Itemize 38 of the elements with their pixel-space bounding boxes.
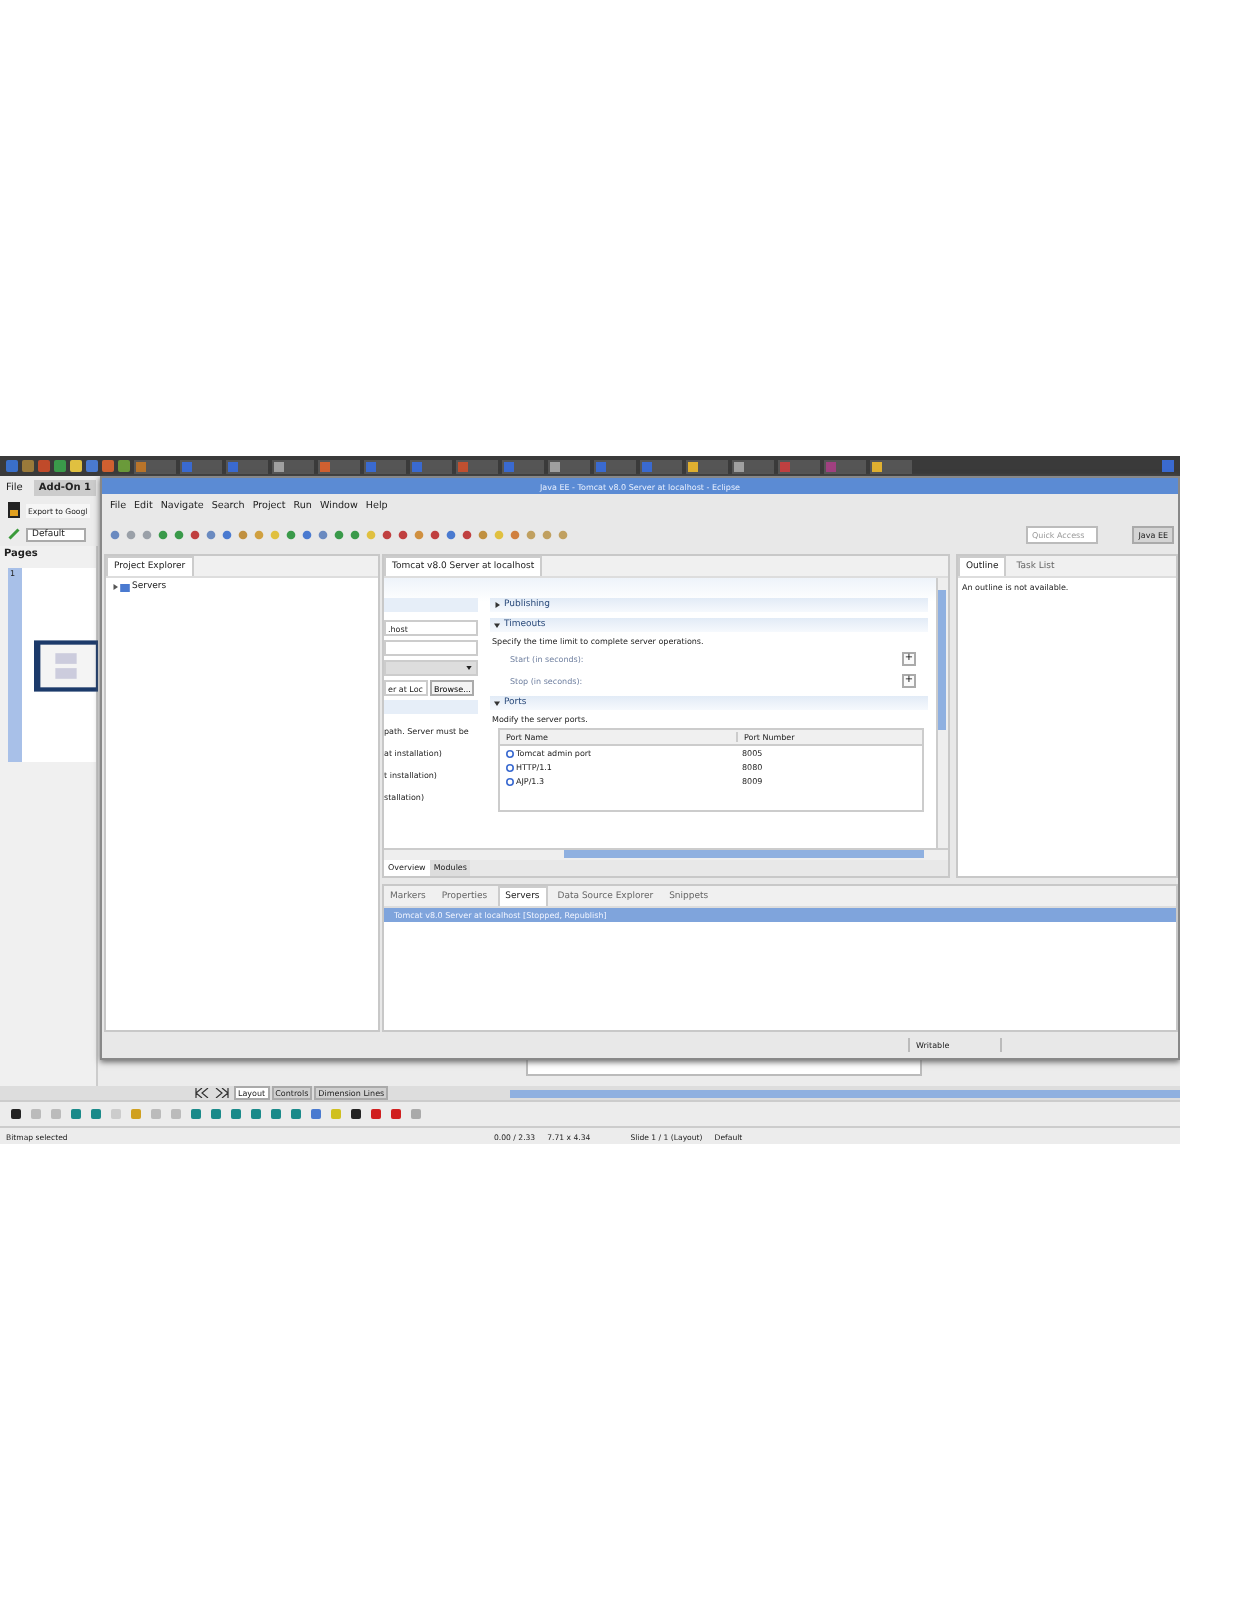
app-icon xyxy=(596,461,606,471)
task-button[interactable] xyxy=(272,459,314,473)
text-field[interactable] xyxy=(384,640,478,656)
horizontal-scrollbar[interactable] xyxy=(510,1089,1180,1097)
app-icon xyxy=(412,461,422,471)
task-button[interactable] xyxy=(318,459,360,473)
app-icon xyxy=(228,461,238,471)
tab-navigation-icon[interactable] xyxy=(192,1088,232,1098)
app-icon xyxy=(734,461,744,471)
app-icon xyxy=(780,461,790,471)
task-button[interactable] xyxy=(134,459,176,473)
expand-arrow-icon xyxy=(494,700,500,706)
expand-arrow-icon xyxy=(494,602,500,608)
task-button[interactable] xyxy=(686,459,728,473)
app-icon xyxy=(320,461,330,471)
task-button[interactable] xyxy=(870,459,912,473)
section-header xyxy=(384,598,478,612)
app-icon xyxy=(826,461,836,471)
app-icon xyxy=(688,461,698,471)
app-icon xyxy=(872,461,882,471)
app-icon xyxy=(642,461,652,471)
folder-icon xyxy=(120,583,130,591)
task-button[interactable] xyxy=(548,459,590,473)
app-icon xyxy=(504,461,514,471)
app-icon xyxy=(274,461,284,471)
pencil-icon[interactable] xyxy=(8,526,20,542)
app-icon xyxy=(458,461,468,471)
app-icon xyxy=(550,461,560,471)
horizontal-scrollbar[interactable] xyxy=(384,848,948,860)
expand-arrow-icon[interactable] xyxy=(112,584,118,590)
task-button[interactable] xyxy=(732,459,774,473)
app-icon xyxy=(182,461,192,471)
vertical-scrollbar[interactable] xyxy=(936,578,948,848)
expand-arrow-icon xyxy=(494,622,500,628)
app-icon xyxy=(366,461,376,471)
section-header xyxy=(384,700,478,714)
task-button[interactable] xyxy=(456,459,498,473)
document-icon[interactable] xyxy=(8,502,20,518)
